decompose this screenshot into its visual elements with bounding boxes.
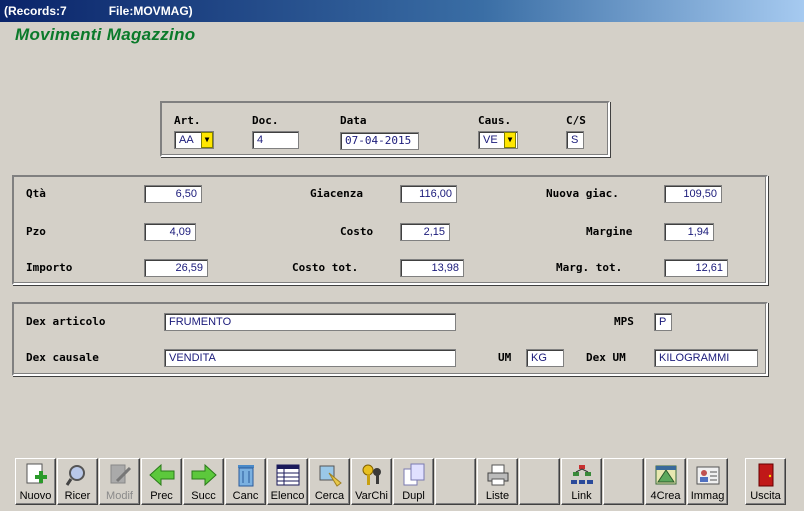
prec-button[interactable]: Prec — [141, 458, 182, 505]
keys-icon — [362, 464, 381, 485]
modif-label: Modif — [106, 490, 133, 502]
duplicate-icon — [403, 463, 425, 486]
immag-label: Immag — [690, 490, 725, 502]
arrow-right-icon — [191, 463, 217, 487]
uscita-label: Uscita — [750, 490, 781, 502]
dex-articolo-field[interactable]: FRUMENTO — [164, 313, 456, 331]
image-card-icon — [696, 466, 720, 485]
nuova-giac-field[interactable]: 109,50 — [664, 185, 722, 203]
edit-document-icon — [110, 464, 132, 484]
ricer-label: Ricer — [64, 490, 91, 502]
mps-label: MPS — [614, 315, 634, 328]
canc-label: Canc — [232, 490, 259, 502]
marg-tot-label: Marg. tot. — [556, 261, 623, 274]
importo-field[interactable]: 26,59 — [144, 259, 208, 277]
cerca-button[interactable]: Cerca — [309, 458, 350, 505]
dex-um-field[interactable]: KILOGRAMMI — [654, 349, 758, 367]
liste-label: Liste — [485, 490, 510, 502]
nuovo-label: Nuovo — [19, 490, 52, 502]
modif-button[interactable]: Modif — [99, 458, 140, 505]
canc-button[interactable]: Canc — [225, 458, 266, 505]
arrow-left-icon — [149, 463, 175, 487]
printer-icon — [487, 464, 509, 486]
immag-button[interactable]: Immag — [687, 458, 728, 505]
doc-label: Doc. — [252, 114, 279, 127]
giacenza-field[interactable]: 116,00 — [400, 185, 457, 203]
dupl-label: Dupl — [402, 490, 425, 502]
giacenza-label: Giacenza — [310, 187, 363, 200]
caus-label: Caus. — [478, 114, 512, 127]
costo-field[interactable]: 2,15 — [400, 223, 450, 241]
um-label: UM — [498, 351, 512, 364]
margine-label: Margine — [586, 225, 633, 238]
empty-button-1[interactable] — [435, 458, 476, 505]
importo-label: Importo — [26, 261, 73, 274]
margine-field[interactable]: 1,94 — [664, 223, 714, 241]
varchi-button[interactable]: VarChi — [351, 458, 392, 505]
dex-articolo-label: Dex articolo — [26, 315, 106, 328]
qta-label: Qtà — [26, 187, 46, 200]
costo-tot-field[interactable]: 13,98 — [400, 259, 464, 277]
succ-button[interactable]: Succ — [183, 458, 224, 505]
elenco-label: Elenco — [270, 490, 305, 502]
page-title: Movimenti Magazzino — [15, 25, 196, 44]
date-field[interactable]: 07-04-2015 — [340, 132, 419, 150]
cerca-label: Cerca — [314, 490, 345, 502]
costo-label: Costo — [340, 225, 374, 238]
mps-field[interactable]: P — [654, 313, 672, 331]
link-icon — [571, 465, 593, 484]
create-icon — [655, 465, 677, 485]
liste-button[interactable]: Liste — [477, 458, 518, 505]
pzo-field[interactable]: 4,09 — [144, 223, 196, 241]
dupl-button[interactable]: Dupl — [393, 458, 434, 505]
records-count: (Records:7 — [4, 4, 67, 18]
art-dropdown-icon[interactable]: ▼ — [201, 132, 213, 148]
marg-tot-field[interactable]: 12,61 — [664, 259, 728, 277]
toolbar: Nuovo Ricer Modif Prec Succ Canc Elenco … — [12, 458, 798, 506]
empty-button-3[interactable] — [603, 458, 644, 505]
search-filter-icon — [319, 465, 342, 487]
art-label: Art. — [174, 114, 201, 127]
link-button[interactable]: Link — [561, 458, 602, 505]
cs-label: C/S — [566, 114, 586, 127]
dex-um-label: Dex UM — [586, 351, 626, 364]
trash-icon — [238, 465, 254, 487]
nuova-giac-label: Nuova giac. — [546, 187, 619, 200]
pzo-label: Pzo — [26, 225, 46, 238]
magnifier-icon — [65, 465, 85, 486]
cs-field[interactable]: S — [566, 131, 584, 149]
table-icon — [276, 464, 300, 486]
nuovo-button[interactable]: Nuovo — [15, 458, 56, 505]
prec-label: Prec — [150, 490, 173, 502]
dex-causale-field[interactable]: VENDITA — [164, 349, 456, 367]
caus-dropdown-icon[interactable]: ▼ — [504, 132, 516, 148]
doc-field[interactable]: 4 — [252, 131, 299, 149]
um-field[interactable]: KG — [526, 349, 564, 367]
values-group — [12, 175, 768, 285]
link-label: Link — [571, 490, 592, 502]
qta-field[interactable]: 6,50 — [144, 185, 202, 203]
elenco-button[interactable]: Elenco — [267, 458, 308, 505]
4crea-button[interactable]: 4Crea — [645, 458, 686, 505]
dex-causale-label: Dex causale — [26, 351, 99, 364]
succ-label: Succ — [191, 490, 216, 502]
uscita-button[interactable]: Uscita — [745, 458, 786, 505]
ricer-button[interactable]: Ricer — [57, 458, 98, 505]
new-document-icon — [26, 463, 47, 484]
file-name: File:MOVMAG) — [108, 4, 193, 18]
title-bar: (Records:7 File:MOVMAG) — [0, 0, 804, 22]
costo-tot-label: Costo tot. — [292, 261, 359, 274]
exit-door-icon — [758, 463, 774, 487]
4crea-label: 4Crea — [650, 490, 681, 502]
empty-button-2[interactable] — [519, 458, 560, 505]
varchi-label: VarChi — [355, 490, 388, 502]
data-label: Data — [340, 114, 367, 127]
